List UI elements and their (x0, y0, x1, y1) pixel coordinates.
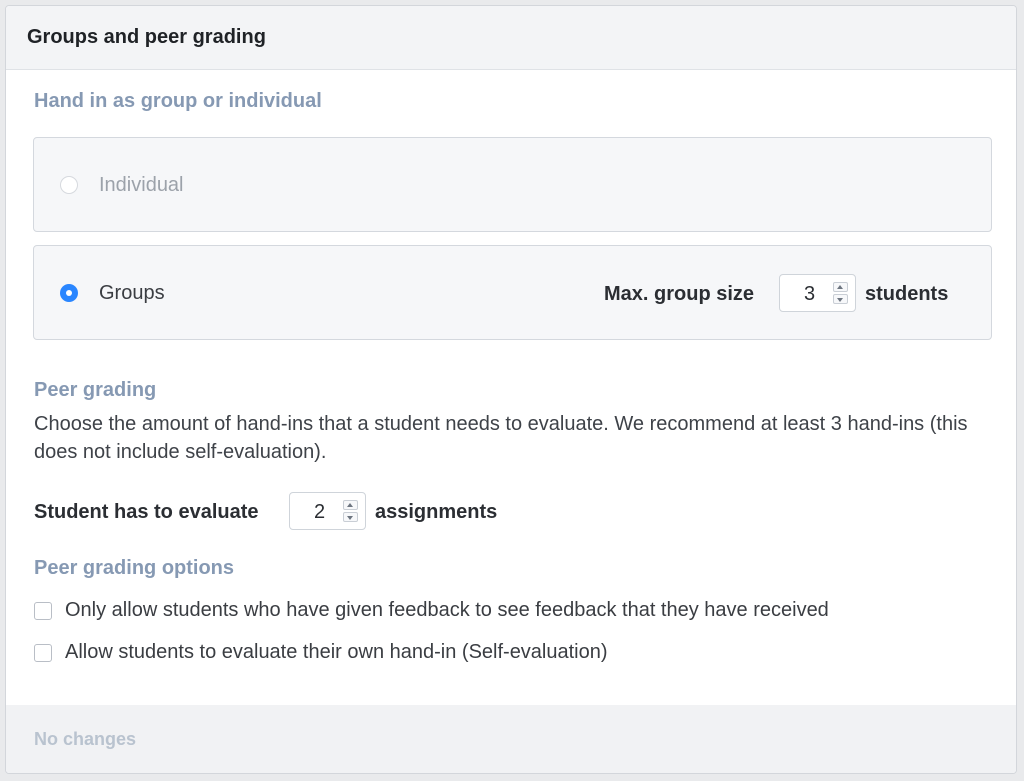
feedback-visibility-label: Only allow students who have given feedb… (65, 599, 829, 621)
evaluate-label: Student has to evaluate (34, 501, 259, 523)
groups-label: Groups (99, 282, 165, 304)
peer-grading-options-title: Peer grading options (34, 557, 235, 579)
self-evaluation-option[interactable]: Allow students to evaluate their own han… (34, 641, 984, 665)
panel-title: Groups and peer grading (27, 26, 266, 48)
self-evaluation-checkbox[interactable] (34, 644, 52, 662)
individual-radio[interactable] (60, 176, 78, 194)
increment-icon[interactable] (343, 500, 358, 510)
max-group-size-stepper[interactable]: 3 (779, 274, 856, 312)
panel-header: Groups and peer grading (6, 6, 1016, 70)
individual-option[interactable]: Individual (33, 137, 992, 232)
evaluate-count-stepper[interactable]: 2 (289, 492, 366, 530)
hand-in-section-title: Hand in as group or individual (34, 90, 322, 112)
groups-option[interactable]: Groups Max. group size 3 students (33, 245, 992, 340)
individual-label: Individual (99, 174, 184, 196)
max-group-size-unit: students (865, 283, 949, 305)
peer-grading-section-title: Peer grading (34, 379, 157, 401)
max-group-size-label: Max. group size (604, 283, 755, 305)
self-evaluation-label: Allow students to evaluate their own han… (65, 641, 608, 663)
save-status: No changes (34, 729, 137, 749)
feedback-visibility-option[interactable]: Only allow students who have given feedb… (34, 599, 984, 623)
decrement-icon[interactable] (343, 512, 358, 522)
max-group-size-value[interactable]: 3 (804, 283, 815, 306)
evaluate-unit: assignments (375, 501, 498, 523)
groups-radio[interactable] (60, 284, 78, 302)
decrement-icon[interactable] (833, 294, 848, 304)
evaluate-count-value[interactable]: 2 (314, 501, 325, 524)
peer-grading-description: Choose the amount of hand-ins that a stu… (34, 413, 968, 463)
feedback-visibility-checkbox[interactable] (34, 602, 52, 620)
panel-footer: No changes (6, 705, 1016, 773)
stepper-arrows (833, 282, 848, 304)
stepper-arrows (343, 500, 358, 522)
groups-peer-grading-panel: Groups and peer grading Hand in as group… (5, 5, 1017, 774)
increment-icon[interactable] (833, 282, 848, 292)
